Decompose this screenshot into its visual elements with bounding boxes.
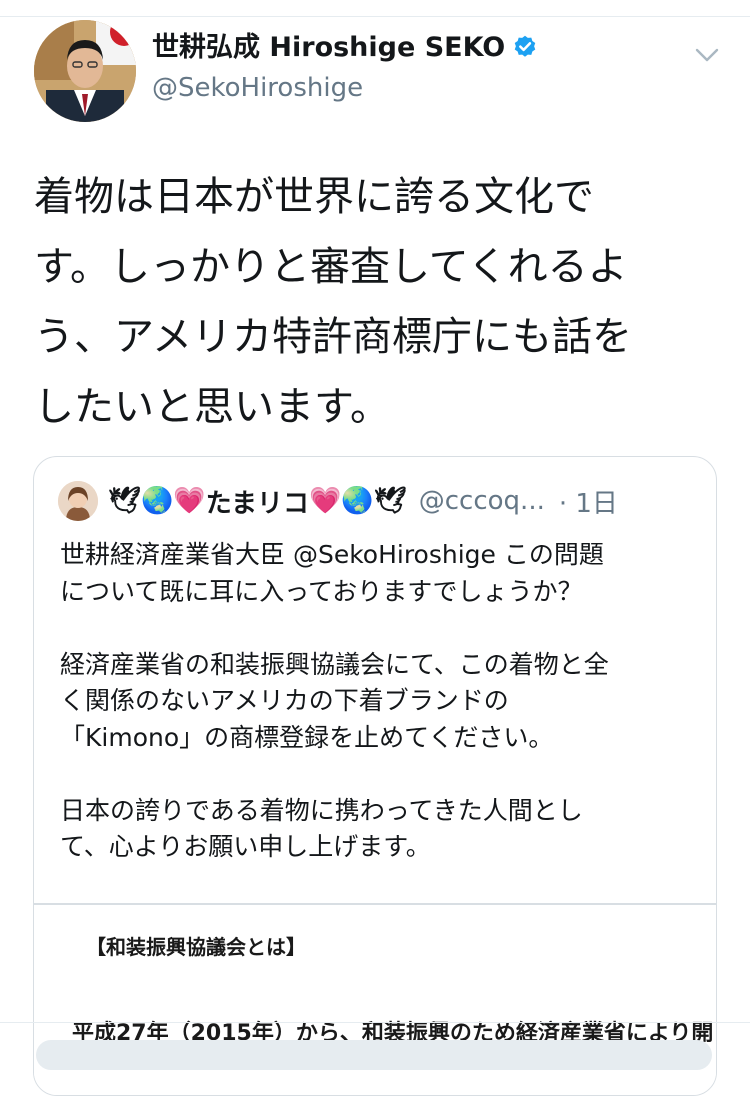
author-name[interactable]: 世耕弘成 Hiroshige SEKO bbox=[152, 28, 505, 68]
author-handle[interactable]: @SekoHiroshige bbox=[152, 70, 539, 106]
quoted-author-name: たまリコ bbox=[205, 488, 309, 519]
quoted-author-avatar bbox=[58, 481, 98, 521]
author-name-row[interactable]: 世耕弘成 Hiroshige SEKO bbox=[152, 28, 539, 68]
reply-bar[interactable] bbox=[36, 1040, 712, 1070]
author-avatar[interactable] bbox=[34, 20, 136, 122]
quoted-tweet-card[interactable]: 🕊🌏💗 たまリコ 💗🌏🕊 @cccoq... · 1日 世耕経済産業省大臣 @S… bbox=[33, 456, 717, 1096]
tweet-text: 着物は日本が世界に誇る文化で す。しっかりと審査してくれるよ う、アメリカ特許商… bbox=[34, 174, 632, 430]
quoted-author-name-suffix: 💗🌏🕊 bbox=[309, 486, 407, 516]
verified-badge-icon bbox=[511, 34, 539, 62]
quoted-tweet-header: 🕊🌏💗 たまリコ 💗🌏🕊 @cccoq... · 1日 bbox=[58, 479, 698, 523]
quoted-author-name-prefix: 🕊🌏💗 bbox=[108, 486, 206, 516]
quoted-tweet-text: 世耕経済産業省大臣 @SekoHiroshige この問題 について既に耳に入っ… bbox=[60, 540, 609, 861]
quoted-tweet-time: · 1日 bbox=[558, 488, 618, 519]
author-block: 世耕弘成 Hiroshige SEKO @SekoHiroshige bbox=[152, 28, 539, 106]
attached-image-heading: 【和装振興協議会とは】 bbox=[86, 935, 306, 959]
bottom-divider bbox=[0, 1022, 750, 1023]
top-divider bbox=[0, 16, 750, 17]
chevron-down-icon[interactable] bbox=[694, 44, 720, 66]
quoted-author-handle: @cccoq... bbox=[418, 486, 545, 516]
